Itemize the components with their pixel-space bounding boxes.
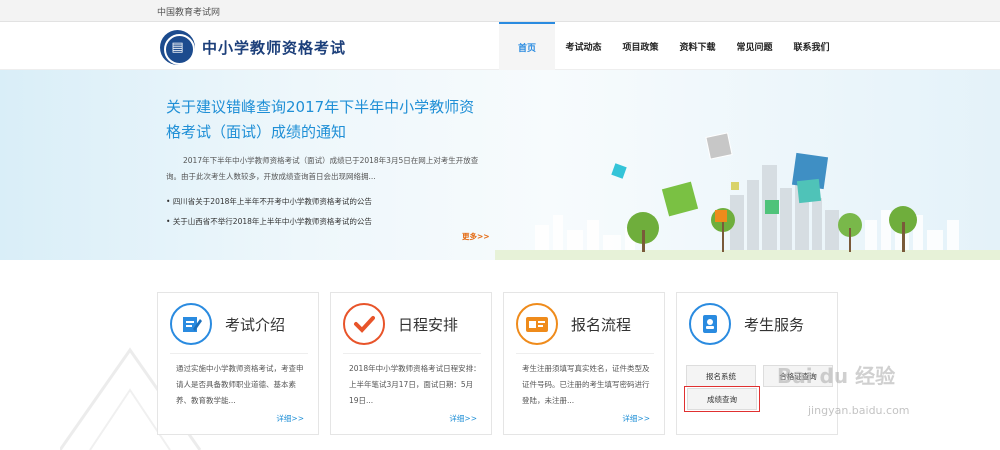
hero-description: 2017年下半年中小学教师资格考试（面试）成绩已于2018年3月5日在网上对考生… (166, 156, 479, 181)
top-bar: 中国教育考试网 (0, 0, 1000, 22)
id-card-icon (516, 303, 558, 345)
contact-book-icon (689, 303, 731, 345)
nav-contact[interactable]: 联系我们 (783, 22, 840, 70)
baidu-watermark: Bai du 经验 (777, 364, 896, 388)
checkmark-icon (343, 303, 385, 345)
details-link[interactable]: 详细>> (622, 413, 650, 424)
more-link[interactable]: 更多>> (462, 231, 490, 242)
notice-item[interactable]: 四川省关于2018年上半年不开考中小学教师资格考试的公告 (166, 192, 372, 212)
notice-item[interactable]: 关于山西省不举行2018年上半年中小学教师资格考试的公告 (166, 212, 372, 232)
nav-downloads[interactable]: 资料下载 (669, 22, 726, 70)
card-title[interactable]: 考生服务 (744, 314, 804, 335)
card-text: 2018年中小学教师资格考试日程安排：上半年笔试3月17日，面试日期：5月19日… (349, 364, 481, 405)
divider (516, 353, 654, 354)
nav-home[interactable]: 首页 (499, 22, 555, 70)
divider (170, 353, 308, 354)
hero-headline[interactable]: 关于建议错峰查询2017年下半年中小学教师资格考试（面试）成绩的通知 (166, 95, 486, 145)
card-title[interactable]: 日程安排 (398, 314, 458, 335)
main-nav: 首页 考试动态 项目政策 资料下载 常见问题 联系我们 (499, 22, 840, 70)
registration-system-button[interactable]: 报名系统 (686, 365, 756, 387)
card-registration: 报名流程 考生注册须填写真实姓名，证件类型及证件号码。已注册的考生填写密码进行登… (503, 292, 665, 435)
watermark-url: jingyan.baidu.com (808, 404, 910, 417)
card-title[interactable]: 考试介绍 (225, 314, 285, 335)
nav-faq[interactable]: 常见问题 (726, 22, 783, 70)
emblem-icon: ▤ (160, 29, 195, 65)
city-skyline-illustration (495, 132, 1000, 260)
service-cards: 考试介绍 通过实施中小学教师资格考试，考查申请人是否具备教师职业道德、基本素养、… (157, 292, 838, 435)
document-edit-icon (170, 303, 212, 345)
score-query-button[interactable]: 成绩查询 (687, 388, 757, 410)
card-title[interactable]: 报名流程 (571, 314, 631, 335)
card-exam-intro: 考试介绍 通过实施中小学教师资格考试，考查申请人是否具备教师职业道德、基本素养、… (157, 292, 319, 435)
nav-policy[interactable]: 项目政策 (612, 22, 669, 70)
notice-list: 四川省关于2018年上半年不开考中小学教师资格考试的公告 关于山西省不举行201… (166, 192, 372, 232)
details-link[interactable]: 详细>> (276, 413, 304, 424)
site-logo[interactable]: ▤ 中小学教师资格考试 (160, 29, 346, 65)
divider (343, 353, 481, 354)
site-title: 中小学教师资格考试 (202, 38, 347, 57)
details-link[interactable]: 详细>> (449, 413, 477, 424)
card-text: 通过实施中小学教师资格考试，考查申请人是否具备教师职业道德、基本素养、教育教学能… (176, 364, 304, 405)
org-name[interactable]: 中国教育考试网 (157, 5, 220, 18)
nav-exam-news[interactable]: 考试动态 (555, 22, 612, 70)
header: ▤ 中小学教师资格考试 首页 考试动态 项目政策 资料下载 常见问题 联系我们 (0, 22, 1000, 70)
card-schedule: 日程安排 2018年中小学教师资格考试日程安排：上半年笔试3月17日，面试日期：… (330, 292, 492, 435)
card-text: 考生注册须填写真实姓名，证件类型及证件号码。已注册的考生填写密码进行登陆，未注册… (522, 364, 650, 405)
hero-banner: 关于建议错峰查询2017年下半年中小学教师资格考试（面试）成绩的通知 2017年… (0, 70, 1000, 260)
